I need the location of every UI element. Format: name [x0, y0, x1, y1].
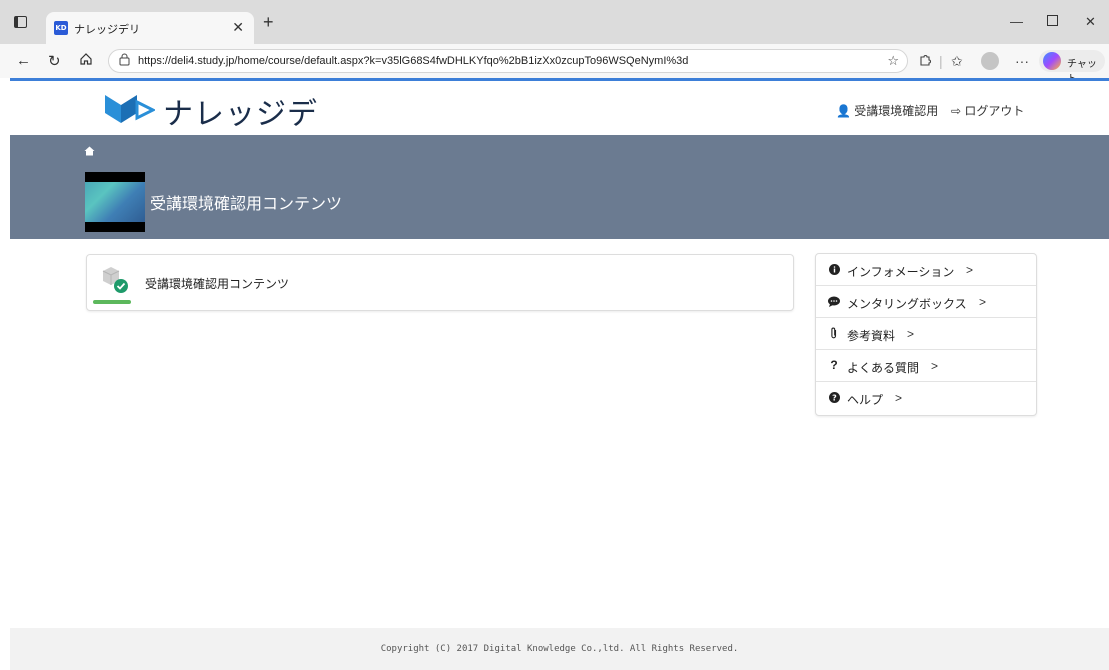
- chevron-right-icon: >: [966, 263, 974, 277]
- url-text: https://deli4.study.jp/home/course/defau…: [138, 55, 689, 67]
- window-close-icon[interactable]: ✕: [1085, 14, 1096, 30]
- browser-address-bar: ← ↻ https://deli4.study.jp/home/course/d…: [0, 44, 1109, 85]
- sidebar-toggle-icon[interactable]: [12, 14, 28, 30]
- reload-icon[interactable]: ↻: [48, 52, 61, 70]
- logout-label: ログアウト: [964, 104, 1025, 118]
- back-icon[interactable]: ←: [16, 52, 31, 69]
- chevron-right-icon: >: [979, 295, 987, 309]
- logout-icon: ⇨: [951, 104, 962, 118]
- course-content-card[interactable]: 受講環境確認用コンテンツ: [86, 254, 794, 311]
- user-name[interactable]: 👤 受講環境確認用: [836, 102, 938, 119]
- menu-item-help[interactable]: ? ヘルプ >: [816, 382, 1036, 414]
- menu-label: ヘルプ: [847, 393, 884, 407]
- site-header: ナレッジデリ 👤 受講環境確認用 ⇨ ログアウト: [10, 81, 1109, 176]
- help-icon: ?: [828, 391, 840, 403]
- content-status-icon: [99, 265, 131, 295]
- progress-bar-fill: [93, 300, 131, 304]
- menu-item-faq[interactable]: ? よくある質問 >: [816, 350, 1036, 382]
- plus-icon[interactable]: +: [263, 13, 274, 31]
- url-field[interactable]: https://deli4.study.jp/home/course/defau…: [108, 49, 908, 73]
- tab-title: ナレッジデリ: [74, 24, 140, 36]
- copyright-text: Copyright (C) 2017 Digital Knowledge Co.…: [380, 644, 739, 654]
- star-icon[interactable]: ☆: [887, 53, 899, 69]
- maximize-icon[interactable]: [1047, 14, 1058, 29]
- user-icon: 👤: [836, 104, 851, 118]
- page-title: 受講環境確認用コンテンツ: [150, 196, 343, 213]
- paperclip-icon: [828, 327, 840, 339]
- chat-bubble-icon: [828, 295, 840, 307]
- logout-link[interactable]: ⇨ ログアウト: [951, 102, 1024, 119]
- course-thumbnail-image: [85, 182, 145, 222]
- menu-label: メンタリングボックス: [847, 297, 967, 311]
- course-thumbnail: [85, 172, 145, 232]
- close-icon[interactable]: ✕: [232, 19, 244, 36]
- question-icon: ?: [830, 358, 838, 372]
- tab-favicon-icon: KD: [54, 21, 68, 35]
- chevron-right-icon: >: [931, 359, 939, 373]
- copilot-icon: [1043, 52, 1061, 70]
- profile-icon[interactable]: [981, 52, 999, 70]
- menu-label: 参考資料: [847, 329, 896, 343]
- more-icon[interactable]: ···: [1015, 53, 1029, 69]
- menu-label: インフォメーション: [847, 265, 955, 279]
- course-banner: 受講環境確認用コンテンツ: [10, 135, 1109, 239]
- copilot-chat-button[interactable]: チャット: [1039, 50, 1105, 85]
- info-icon: [828, 263, 840, 275]
- browser-tab[interactable]: KD ナレッジデリ ✕: [46, 12, 254, 44]
- user-label: 受講環境確認用: [854, 104, 939, 118]
- home-icon[interactable]: [79, 52, 93, 70]
- minimize-icon[interactable]: —: [1010, 14, 1023, 29]
- menu-item-reference[interactable]: 参考資料 >: [816, 318, 1036, 350]
- site-logo[interactable]: ナレッジデリ: [103, 89, 323, 176]
- course-content-title[interactable]: 受講環境確認用コンテンツ: [145, 275, 289, 292]
- side-menu: インフォメーション > メンタリングボックス > 参考資料 > ? よくある質問 > ?…: [815, 253, 1037, 416]
- menu-item-mentoring-box[interactable]: メンタリングボックス >: [816, 286, 1036, 318]
- breadcrumb-home-icon[interactable]: [84, 145, 95, 156]
- chevron-right-icon: >: [895, 391, 903, 405]
- menu-item-information[interactable]: インフォメーション >: [816, 254, 1036, 286]
- site-footer: Copyright (C) 2017 Digital Knowledge Co.…: [10, 628, 1109, 670]
- extensions-icon[interactable]: [918, 53, 932, 70]
- menu-label: よくある質問: [847, 361, 920, 375]
- toolbar-divider: |: [939, 53, 943, 69]
- chevron-right-icon: >: [907, 327, 915, 341]
- logo-mark-icon: [105, 95, 155, 123]
- browser-tab-bar: KD ナレッジデリ ✕ + — ✕: [0, 0, 1109, 44]
- lock-icon[interactable]: [119, 53, 130, 69]
- svg-text:?: ?: [832, 393, 837, 402]
- progress-bar: [93, 300, 131, 304]
- favorites-icon[interactable]: ✩: [951, 53, 963, 70]
